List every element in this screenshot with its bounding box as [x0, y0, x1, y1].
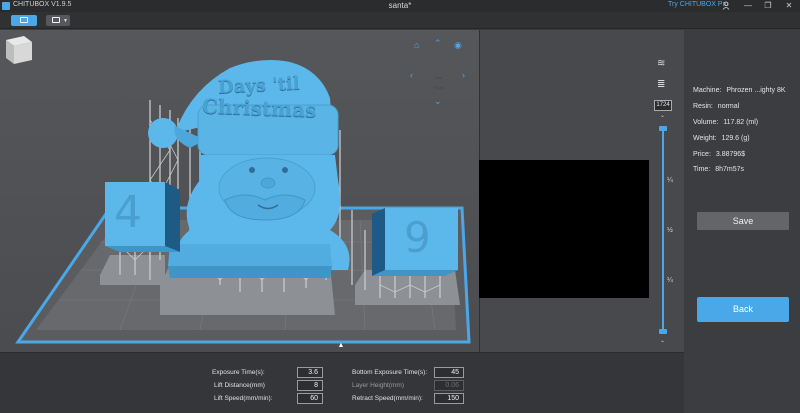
lift-speed-field[interactable]: 60: [297, 393, 323, 404]
slice-preview-image: [479, 160, 649, 298]
user-icon[interactable]: [719, 0, 733, 12]
price-label: Price:: [693, 151, 711, 158]
retract-speed-label: Retract Speed(mm/min):: [352, 395, 423, 402]
lift-distance-field[interactable]: 8: [297, 380, 323, 391]
layers-visible-icon[interactable]: ≋: [657, 58, 665, 69]
left-block-digit: 4: [114, 187, 142, 238]
close-button[interactable]: ✕: [782, 0, 796, 12]
bottom-exposure-field[interactable]: 45: [434, 367, 464, 378]
resin-row: Resin: normal: [693, 103, 739, 110]
machine-row: Machine: Phrozen ...ighty 8K: [693, 87, 786, 94]
back-button[interactable]: Back: [697, 297, 789, 322]
rotate-down-icon[interactable]: ⌄: [434, 96, 442, 107]
rotate-left-icon[interactable]: ‹: [410, 70, 413, 80]
bottom-exposure-label: Bottom Exposure Time(s):: [352, 369, 428, 376]
lift-distance-label: Lift Distance(mm): [214, 382, 265, 389]
banner-line-2: Christmas: [201, 94, 317, 122]
3d-viewport[interactable]: Days 'til Christmas 4 9 ⌂ ⌃ ◉ ‹ › ⌄ Pos …: [0, 30, 479, 352]
view-cube[interactable]: [0, 30, 38, 68]
visibility-eye-icon[interactable]: ◉: [454, 40, 462, 51]
retract-speed-field[interactable]: 150: [434, 393, 464, 404]
machine-value: Phrozen ...ighty 8K: [726, 87, 786, 94]
minimize-button[interactable]: —: [741, 0, 755, 12]
print-settings-bar: [0, 352, 684, 413]
weight-row: Weight: 129.6 (g): [693, 135, 750, 142]
volume-label: Volume:: [693, 119, 719, 126]
rotate-right-icon[interactable]: ›: [462, 70, 465, 80]
resin-label: Resin:: [693, 103, 713, 110]
layer-slider-bottom-handle[interactable]: [659, 329, 667, 334]
price-row: Price: 3.88796$: [693, 151, 745, 158]
slider-half-mark: ½: [667, 227, 673, 234]
toolbar: ▼: [0, 12, 800, 29]
open-file-icon: [20, 17, 28, 23]
lift-speed-label: Lift Speed(mm/min):: [214, 395, 273, 402]
slider-quarter-mark: ¼: [667, 177, 673, 184]
open-file-button[interactable]: [11, 15, 37, 26]
time-value: 8h7m57s: [715, 166, 744, 173]
collapse-panel-button[interactable]: ▲: [336, 342, 346, 350]
view-cube-front-label: Front: [434, 85, 444, 90]
slider-three-quarter-mark: ¼: [667, 277, 673, 284]
layer-height-label: Layer Height(mm): [352, 382, 405, 389]
layer-slider-track[interactable]: [662, 127, 664, 333]
weight-value: 129.6 (g): [721, 135, 750, 142]
rotate-up-icon[interactable]: ⌃: [434, 38, 442, 49]
weight-label: Weight:: [693, 135, 717, 142]
view-cube-top-label: Pos: [435, 75, 442, 80]
save-button[interactable]: Save: [697, 212, 789, 230]
time-label: Time:: [693, 166, 711, 173]
title-bar: CHITUBOX V1.9.5 santa* Try CHITUBOX Pro …: [0, 0, 800, 12]
chevron-down-icon: ▼: [63, 18, 68, 24]
folder-dropdown-button[interactable]: ▼: [46, 15, 70, 26]
layer-height-field: 0.06: [434, 380, 464, 391]
folder-icon: [52, 17, 60, 23]
price-value: 3.88796$: [715, 151, 746, 158]
exposure-time-field[interactable]: 3.6: [297, 367, 323, 378]
layer-number-input[interactable]: 1724: [654, 100, 672, 111]
resin-value: normal: [717, 103, 740, 110]
layers-stack-icon[interactable]: ≣: [657, 79, 665, 90]
time-row: Time: 8h7m57s: [693, 166, 744, 173]
layer-slider-top-handle[interactable]: [659, 126, 667, 131]
layer-up-arrow[interactable]: ⌃: [660, 340, 665, 347]
machine-label: Machine:: [693, 87, 722, 94]
layer-down-arrow[interactable]: ⌄: [660, 112, 665, 119]
home-view-icon[interactable]: ⌂: [414, 40, 419, 50]
right-block-digit: 9: [404, 213, 431, 262]
maximize-button[interactable]: ❐: [761, 0, 775, 12]
exposure-time-label: Exposure Time(s):: [212, 369, 265, 376]
volume-row: Volume: 117.82 (ml): [693, 119, 758, 126]
volume-value: 117.82 (ml): [723, 119, 759, 126]
